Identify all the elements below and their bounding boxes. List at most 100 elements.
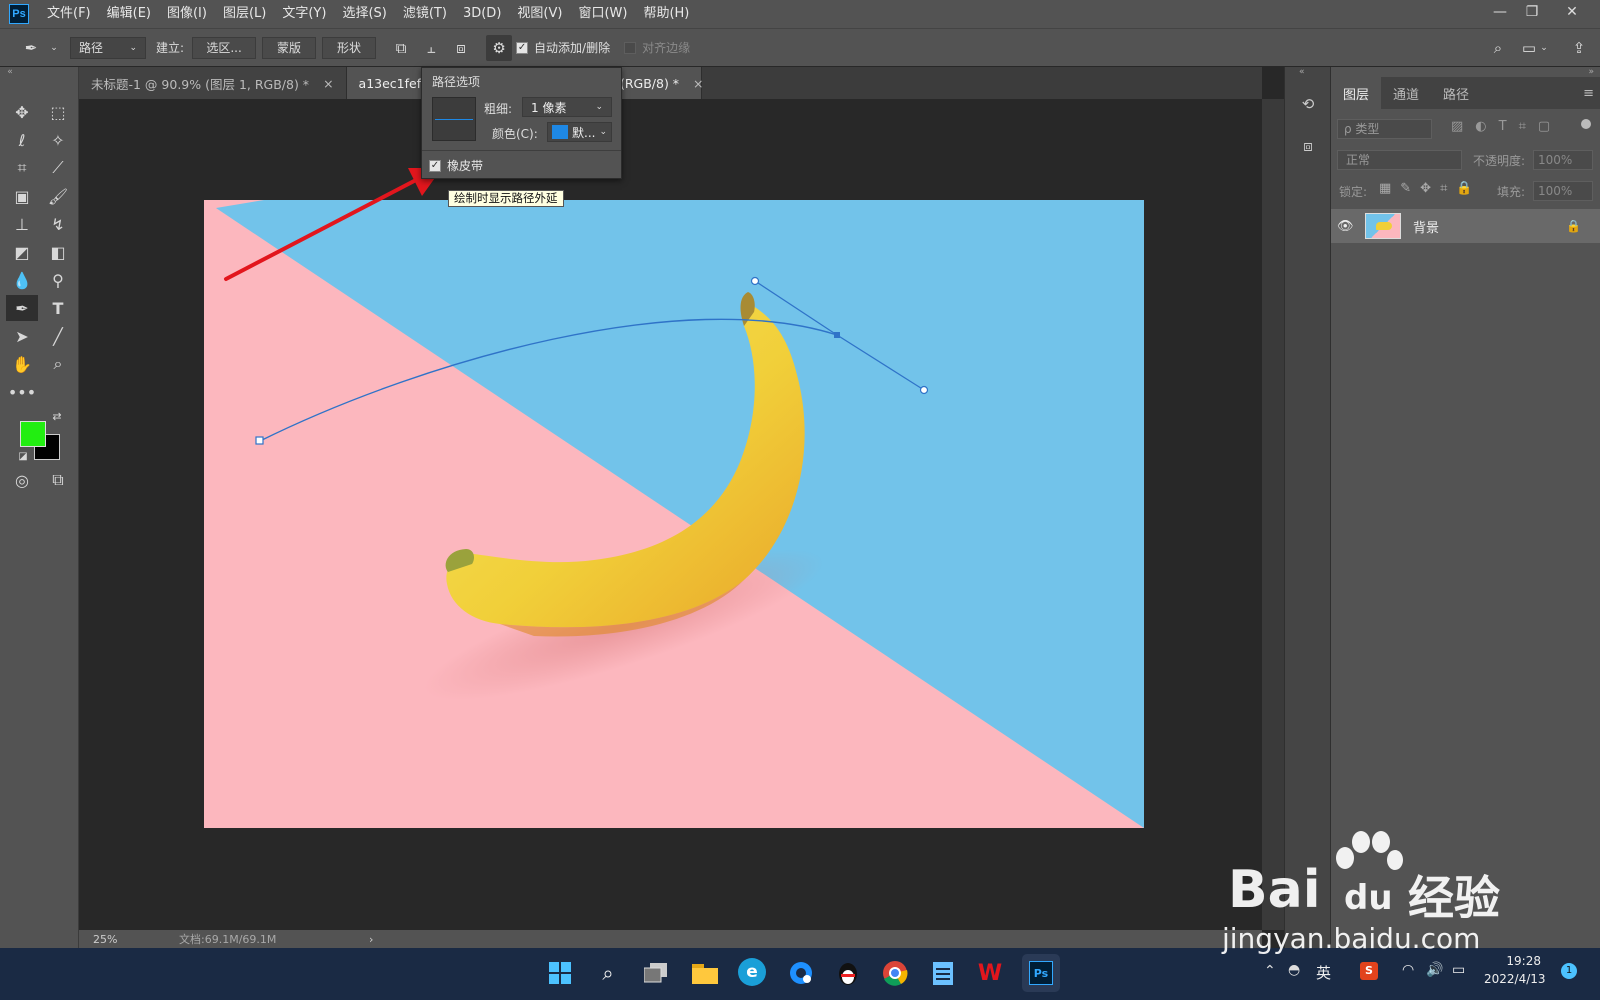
eye-icon[interactable]: 👁 [1337,219,1359,234]
line-tool-icon[interactable]: ╱ [44,323,72,349]
zoom-tool-icon[interactable]: ⌕ [44,351,72,377]
layer-row[interactable]: 👁 背景 🔒 [1331,209,1600,243]
swap-colors-icon[interactable]: ⇄ [50,409,64,423]
path-arrangement-icon[interactable]: ⧈ [448,35,474,61]
fill-field[interactable]: 100% [1533,181,1593,201]
history-panel-icon[interactable]: ⟲ [1296,95,1320,119]
minimize-icon[interactable]: — [1482,0,1518,24]
chevron-right-icon[interactable]: › [369,933,373,946]
chevron-down-icon[interactable]: ⌄ [48,35,60,61]
eraser-tool-icon[interactable]: ◩ [8,239,36,265]
path-mode-select[interactable]: 路径 ⌄ [70,36,146,59]
type-tool-icon[interactable]: T [44,295,72,321]
task-view-icon[interactable] [641,958,671,988]
crop-tool-icon[interactable]: ⌗ [8,155,36,181]
restore-icon[interactable]: ❐ [1514,0,1550,24]
menu-layer[interactable]: 图层(L) [215,0,274,28]
layer-filter-select[interactable]: ρ 类型 [1337,119,1432,139]
chevron-up-icon[interactable]: ⌃ [1264,963,1276,979]
gradient-tool-icon[interactable]: ◧ [44,239,72,265]
lasso-tool-icon[interactable]: ℓ [8,127,36,153]
path-operations-icon[interactable]: ⧉ [388,35,414,61]
brush-tool-icon[interactable]: 🖌 [44,183,72,209]
default-colors-icon[interactable]: ◪ [16,449,30,463]
ime-indicator[interactable]: 英 [1316,962,1331,983]
tab-layers[interactable]: 图层 [1331,77,1382,109]
blend-mode-select[interactable]: 正常 [1337,150,1462,170]
history-brush-icon[interactable]: ↯ [44,211,72,237]
search-icon[interactable]: ⌕ [1485,35,1511,61]
panel-menu-icon[interactable]: ≡ [1571,77,1600,109]
move-tool-icon[interactable]: ✥ [8,99,36,125]
menu-edit[interactable]: 编辑(E) [99,0,159,28]
lock-icons[interactable]: ▦✎✥⌗🔒 [1379,181,1482,196]
tab-image-suffix[interactable]: 6(RGB/8) * × [612,67,704,99]
auto-add-delete-checkbox[interactable]: ✓ [516,41,529,54]
pen-tool-icon[interactable]: ✒ [6,295,38,321]
photoshop-taskbar-icon[interactable]: Ps [1022,954,1060,992]
expand-icon[interactable]: » [1588,67,1594,77]
zoom-level[interactable]: 25% [79,933,139,946]
make-mask-button[interactable]: 蒙版 [262,36,317,59]
menu-3d[interactable]: 3D(D) [455,0,509,28]
3d-panel-icon[interactable]: ⧈ [1296,137,1320,161]
close-icon[interactable]: × [323,76,333,91]
more-tools-icon[interactable]: ••• [8,379,36,405]
tab-channels[interactable]: 通道 [1381,77,1431,109]
gear-icon[interactable]: ⚙ [486,34,513,61]
pen-tool-icon[interactable]: ✒ [18,35,44,61]
file-explorer-icon[interactable] [690,958,720,988]
foreground-color-swatch[interactable] [20,421,46,447]
stamp-tool-icon[interactable]: ⊥ [8,211,36,237]
menu-file[interactable]: 文件(F) [39,0,99,28]
notification-badge[interactable]: 1 [1561,963,1577,979]
tray-qq-icon[interactable]: ◓ [1288,962,1300,978]
clock-time[interactable]: 19:28 [1485,954,1541,968]
blur-tool-icon[interactable]: 💧 [8,267,36,293]
menu-select[interactable]: 选择(S) [334,0,394,28]
menu-help[interactable]: 帮助(H) [635,0,697,28]
make-selection-button[interactable]: 选区... [192,36,257,59]
path-alignment-icon[interactable]: ⫠ [418,35,444,61]
collapse-icon[interactable]: « [4,67,16,77]
weight-select[interactable]: 1 像素 ⌄ [522,97,612,117]
wifi-icon[interactable]: ◠ [1402,962,1414,978]
rubber-band-option[interactable]: ✓ 橡皮带 [429,157,483,174]
close-icon[interactable]: × [693,76,703,91]
frame-tool-icon[interactable]: ▣ [8,183,36,209]
battery-icon[interactable]: ▭ [1452,962,1465,978]
browser-q-icon[interactable] [786,958,816,988]
quick-mask-icon[interactable]: ◎ [8,467,36,493]
collapse-icon[interactable]: « [1299,67,1305,77]
screen-mode-icon[interactable]: ⧉ [44,467,72,493]
chrome-icon[interactable] [880,958,910,988]
menu-window[interactable]: 窗口(W) [570,0,635,28]
hand-tool-icon[interactable]: ✋ [8,351,36,377]
eyedropper-icon[interactable]: ⟋ [44,155,72,181]
vertical-scrollbar[interactable] [1262,99,1284,930]
wps-icon[interactable]: W [975,958,1005,988]
dodge-tool-icon[interactable]: ⚲ [44,267,72,293]
tab-untitled-1[interactable]: 未标题-1 @ 90.9% (图层 1, RGB/8) * × [79,67,347,99]
qq-icon[interactable] [833,958,863,988]
color-select[interactable]: 默... ⌄ [547,122,612,142]
layer-name[interactable]: 背景 [1413,217,1439,236]
volume-icon[interactable]: 🔊 [1426,962,1443,978]
marquee-tool-icon[interactable]: ⬚ [44,99,72,125]
share-icon[interactable]: ⇪ [1566,35,1592,61]
filter-toggle-icon[interactable] [1581,119,1591,129]
rubber-band-checkbox[interactable]: ✓ [429,159,441,172]
menu-filter[interactable]: 滤镜(T) [395,0,455,28]
windows-start-icon[interactable] [545,958,575,988]
filter-icons[interactable]: ▨◐T⌗▢ [1451,119,1562,134]
path-select-icon[interactable]: ➤ [8,323,36,349]
chevron-down-icon[interactable]: ⌄ [1538,35,1550,61]
menu-type[interactable]: 文字(Y) [274,0,334,28]
opacity-field[interactable]: 100% [1533,150,1593,170]
clock-date[interactable]: 2022/4/13 [1484,972,1546,986]
tab-paths[interactable]: 路径 [1431,77,1481,109]
menu-image[interactable]: 图像(I) [159,0,215,28]
document-canvas[interactable] [204,200,1144,828]
notepad-icon[interactable] [928,958,958,988]
browser-e-icon[interactable]: e [738,958,766,986]
